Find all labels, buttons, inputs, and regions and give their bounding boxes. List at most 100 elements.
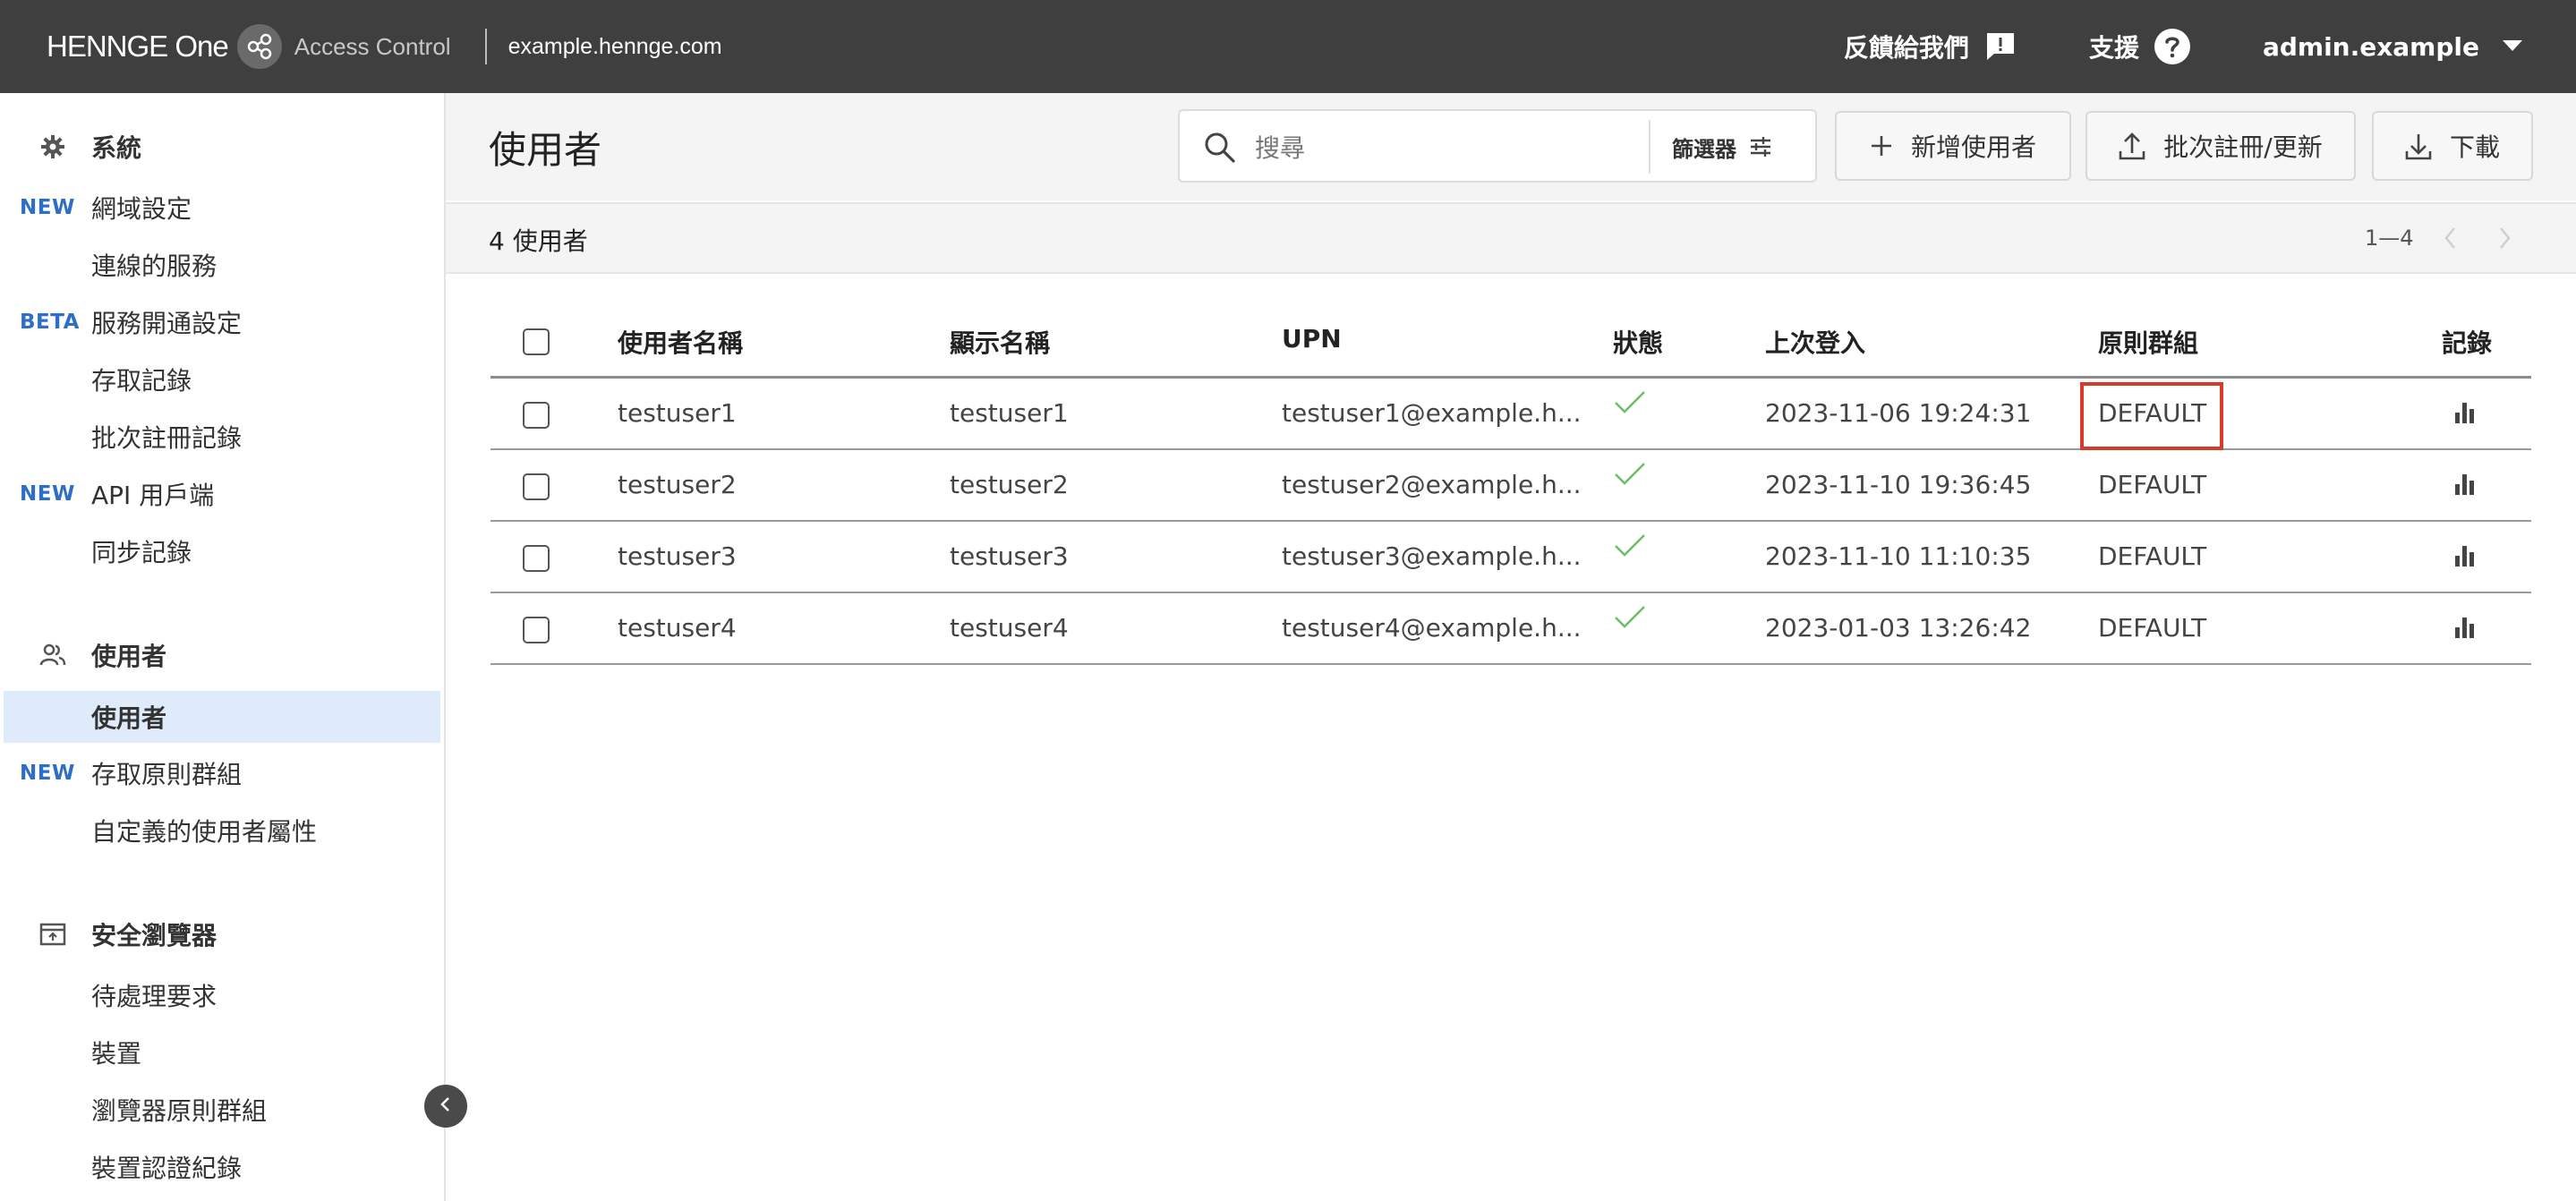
row-checkbox[interactable] xyxy=(523,473,550,500)
sidebar-item-label: 同步記錄 xyxy=(91,538,192,567)
users-table: 使用者名稱 顯示名稱 UPN 狀態 上次登入 原則群組 記錄 testuser1… xyxy=(490,304,2531,665)
pagination-range: 1—4 xyxy=(2365,226,2414,251)
row-checkbox[interactable] xyxy=(523,545,550,572)
last-login-cell: 2023-11-10 11:10:35 xyxy=(1765,541,2032,571)
sidebar-item-access-policy-groups[interactable]: NEW 存取原則群組 xyxy=(0,746,440,800)
help-icon xyxy=(2154,28,2191,65)
upn-cell: testuser2@example.h... xyxy=(1282,470,1582,499)
search-divider xyxy=(1649,120,1651,174)
filter-button[interactable]: 篩選器 xyxy=(1672,125,1772,168)
display-name-cell: testuser1 xyxy=(950,398,1069,428)
feedback-button[interactable]: 反饋給我們 xyxy=(1844,29,2017,64)
display-name-cell: testuser3 xyxy=(950,541,1069,571)
account-menu[interactable]: admin.example xyxy=(2263,32,2522,62)
sidebar-item-pending-requests[interactable]: 待處理要求 xyxy=(0,968,440,1022)
batch-register-button[interactable]: 批次註冊/更新 xyxy=(2086,111,2356,181)
column-header-username[interactable]: 使用者名稱 xyxy=(618,324,743,360)
new-badge: NEW xyxy=(20,482,75,506)
upn-cell: testuser3@example.h... xyxy=(1282,541,1582,571)
column-header-logs: 記錄 xyxy=(2442,328,2493,358)
support-button[interactable]: 支援 xyxy=(2089,28,2191,65)
page-title: 使用者 xyxy=(489,128,602,172)
account-label: admin.example xyxy=(2262,31,2479,62)
policy-group-cell[interactable]: DEFAULT xyxy=(2098,541,2206,571)
policy-group-cell[interactable]: DEFAULT xyxy=(2098,398,2206,428)
bar-chart-icon[interactable] xyxy=(2452,400,2478,429)
brand-logo-icon xyxy=(236,24,282,69)
sidebar-item-users[interactable]: 使用者 xyxy=(4,691,440,743)
sidebar-section-secure-browser: 安全瀏覽器 xyxy=(0,907,444,961)
sidebar-item-custom-attributes[interactable]: 自定義的使用者屬性 xyxy=(0,804,440,857)
display-name-cell: testuser2 xyxy=(950,470,1069,499)
last-login-cell: 2023-11-10 19:36:45 xyxy=(1765,470,2032,499)
bar-chart-icon[interactable] xyxy=(2452,543,2478,572)
row-checkbox[interactable] xyxy=(523,617,550,643)
table-row[interactable]: testuser4 testuser4 testuser4@example.h.… xyxy=(490,593,2531,665)
results-bar: 4 使用者 1—4 xyxy=(446,202,2576,274)
select-all-checkbox[interactable] xyxy=(523,328,550,355)
column-header-upn[interactable]: UPN xyxy=(1282,324,1342,353)
bar-chart-icon[interactable] xyxy=(2452,472,2478,500)
sidebar-section-title: 系統 xyxy=(91,133,142,163)
column-header-display-name[interactable]: 顯示名稱 xyxy=(950,324,1050,360)
sidebar-item-domain-settings[interactable]: NEW 網域設定 xyxy=(0,181,440,234)
sidebar-item-connected-services[interactable]: 連線的服務 xyxy=(0,238,440,292)
sidebar: 系統 NEW 網域設定 連線的服務 BETA 服務開通設定 存取記錄 批次註冊記… xyxy=(0,93,446,1201)
sidebar-item-label: 網域設定 xyxy=(91,194,192,224)
new-badge: NEW xyxy=(20,196,75,219)
column-header-last-login[interactable]: 上次登入 xyxy=(1765,324,1865,360)
sidebar-section-users: 使用者 xyxy=(0,628,444,682)
brand-product: Access Control xyxy=(294,32,451,60)
next-page-button[interactable] xyxy=(2488,222,2521,254)
column-header-policy-group[interactable]: 原則群組 xyxy=(2098,324,2198,360)
page-header: 使用者 篩選器 xyxy=(446,93,2576,200)
add-user-label: 新增使用者 xyxy=(1910,132,2036,162)
sidebar-item-label: 連線的服務 xyxy=(91,251,218,281)
status-check-icon xyxy=(1613,389,1647,422)
beta-badge: BETA xyxy=(20,311,80,334)
sliders-icon xyxy=(1749,136,1772,158)
sidebar-item-label: 裝置認證紀錄 xyxy=(91,1154,243,1183)
sidebar-collapse-button[interactable] xyxy=(424,1085,467,1128)
username-cell[interactable]: testuser3 xyxy=(618,541,737,571)
sidebar-item-sync-logs[interactable]: 同步記錄 xyxy=(0,524,440,578)
table-row[interactable]: testuser3 testuser3 testuser3@example.h.… xyxy=(490,522,2531,593)
chevron-down-icon xyxy=(2503,40,2522,53)
user-count: 4 使用者 xyxy=(489,226,588,256)
feedback-icon xyxy=(1983,30,2017,64)
download-button[interactable]: 下載 xyxy=(2372,111,2533,181)
sidebar-item-batch-logs[interactable]: 批次註冊記錄 xyxy=(0,410,440,464)
browser-icon xyxy=(39,921,66,948)
sidebar-item-api-clients[interactable]: NEW API 用戶端 xyxy=(0,467,440,521)
chevron-left-icon xyxy=(437,1095,455,1117)
gear-icon xyxy=(39,133,66,160)
sidebar-item-device-auth-logs[interactable]: 裝置認證紀錄 xyxy=(0,1140,440,1194)
upn-cell: testuser1@example.h... xyxy=(1282,398,1582,428)
status-check-icon xyxy=(1613,461,1647,494)
previous-page-button[interactable] xyxy=(2435,222,2467,254)
sidebar-item-browser-policy-groups[interactable]: 瀏覽器原則群組 xyxy=(0,1083,440,1137)
bar-chart-icon[interactable] xyxy=(2452,615,2478,643)
username-cell[interactable]: testuser1 xyxy=(618,398,737,428)
username-cell[interactable]: testuser2 xyxy=(618,470,737,499)
display-name-cell: testuser4 xyxy=(950,613,1069,643)
sidebar-item-label: API 用戶端 xyxy=(91,481,215,510)
users-icon xyxy=(39,642,66,669)
policy-group-cell[interactable]: DEFAULT xyxy=(2098,470,2206,499)
username-cell[interactable]: testuser4 xyxy=(618,613,737,643)
brand-divider xyxy=(484,29,487,64)
sidebar-section-title: 安全瀏覽器 xyxy=(91,921,218,950)
upload-icon xyxy=(2119,132,2145,160)
column-header-status[interactable]: 狀態 xyxy=(1613,324,1663,360)
row-checkbox[interactable] xyxy=(523,402,550,429)
search-input[interactable] xyxy=(1253,125,1686,170)
policy-group-cell[interactable]: DEFAULT xyxy=(2098,613,2206,643)
sidebar-item-provisioning[interactable]: BETA 服務開通設定 xyxy=(0,295,440,349)
sidebar-item-label: 服務開通設定 xyxy=(91,309,243,338)
sidebar-item-access-logs[interactable]: 存取記錄 xyxy=(0,353,440,406)
sidebar-item-devices[interactable]: 裝置 xyxy=(0,1026,440,1079)
support-label: 支援 xyxy=(2088,33,2139,63)
table-row[interactable]: testuser2 testuser2 testuser2@example.h.… xyxy=(490,450,2531,522)
add-user-button[interactable]: 新增使用者 xyxy=(1835,111,2071,181)
table-row[interactable]: testuser1 testuser1 testuser1@example.h.… xyxy=(490,379,2531,450)
